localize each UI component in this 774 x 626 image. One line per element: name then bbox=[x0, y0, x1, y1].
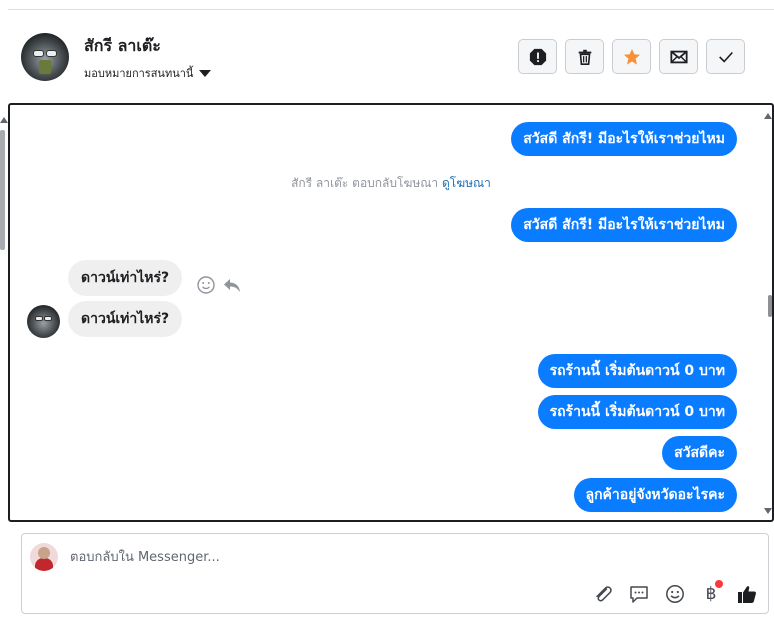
outgoing-message[interactable]: สวัสดี สักรี! มีอะไรให้เราช่วยไหม bbox=[511, 122, 737, 156]
message-tools bbox=[196, 275, 242, 295]
star-icon bbox=[623, 48, 640, 65]
alert-icon bbox=[529, 48, 546, 65]
assign-conversation-dropdown[interactable]: มอบหมายการสนทนานี้ bbox=[84, 64, 212, 82]
baht-payment-icon: ฿ bbox=[705, 584, 717, 604]
header-actions bbox=[518, 39, 745, 74]
ad-reply-note: สักรี ลาเต๊ะ ตอบกลับโฆษณา ดูโฆษณา bbox=[10, 174, 772, 193]
outgoing-message[interactable]: ลูกค้าอยู่จังหวัดอะไรคะ bbox=[573, 478, 737, 512]
view-ad-link[interactable]: ดูโฆษณา bbox=[442, 176, 491, 190]
outgoing-message[interactable]: สวัสดีคะ bbox=[662, 436, 737, 470]
notification-dot bbox=[715, 580, 723, 588]
contact-avatar[interactable] bbox=[21, 33, 69, 81]
reply-arrow-icon[interactable] bbox=[222, 275, 242, 295]
composer-tools: ฿ bbox=[592, 580, 758, 605]
incoming-message[interactable]: ดาวน์เท่าไหร่? bbox=[68, 260, 183, 296]
check-icon bbox=[718, 51, 733, 63]
delete-button[interactable] bbox=[565, 39, 604, 74]
trash-icon bbox=[578, 49, 591, 65]
follow-up-button[interactable] bbox=[612, 39, 651, 74]
incoming-message[interactable]: ดาวน์เท่าไหร่? bbox=[68, 301, 183, 337]
page-scrollbar-thumb[interactable] bbox=[0, 130, 5, 250]
outgoing-message[interactable]: รถร้านนี้ เริ่มต้นดาวน์ 0 บาท bbox=[537, 354, 737, 388]
page-scroll-up-arrow[interactable] bbox=[0, 117, 8, 123]
caret-down-icon bbox=[199, 69, 212, 77]
reply-input[interactable] bbox=[70, 547, 710, 567]
spam-button[interactable] bbox=[518, 39, 557, 74]
mark-unread-button[interactable] bbox=[659, 39, 698, 74]
conversation-header: สักรี ลาเต๊ะ มอบหมายการสนทนานี้ bbox=[0, 10, 774, 104]
outgoing-message[interactable]: รถร้านนี้ เริ่มต้นดาวน์ 0 บาท bbox=[537, 395, 737, 429]
emoji-icon bbox=[666, 585, 684, 603]
reply-composer: ฿ bbox=[21, 533, 769, 614]
saved-reply-icon bbox=[630, 586, 648, 603]
thread-scroll-up-arrow[interactable] bbox=[764, 113, 772, 119]
payment-button[interactable]: ฿ bbox=[700, 580, 723, 605]
message-thread[interactable]: สวัสดี สักรี! มีอะไรให้เราช่วยไหม สักรี … bbox=[8, 103, 774, 522]
contact-name[interactable]: สักรี ลาเต๊ะ bbox=[84, 34, 161, 59]
saved-reply-button[interactable] bbox=[628, 583, 650, 605]
thread-scroll-down-arrow[interactable] bbox=[764, 508, 772, 514]
thumbs-up-icon bbox=[738, 586, 756, 603]
emoji-button[interactable] bbox=[664, 583, 686, 605]
sender-avatar[interactable] bbox=[27, 305, 60, 338]
assign-label: มอบหมายการสนทนานี้ bbox=[84, 67, 194, 80]
envelope-icon bbox=[669, 50, 688, 63]
attach-button[interactable] bbox=[592, 583, 614, 605]
page-avatar bbox=[30, 543, 58, 571]
react-smiley-icon[interactable] bbox=[196, 275, 216, 295]
outgoing-message[interactable]: สวัสดี สักรี! มีอะไรให้เราช่วยไหม bbox=[511, 208, 737, 242]
paperclip-icon bbox=[596, 586, 612, 602]
thread-scrollbar-thumb[interactable] bbox=[768, 295, 772, 317]
like-button[interactable] bbox=[736, 583, 758, 605]
mark-done-button[interactable] bbox=[706, 39, 745, 74]
ad-reply-text: สักรี ลาเต๊ะ ตอบกลับโฆษณา bbox=[291, 176, 439, 190]
